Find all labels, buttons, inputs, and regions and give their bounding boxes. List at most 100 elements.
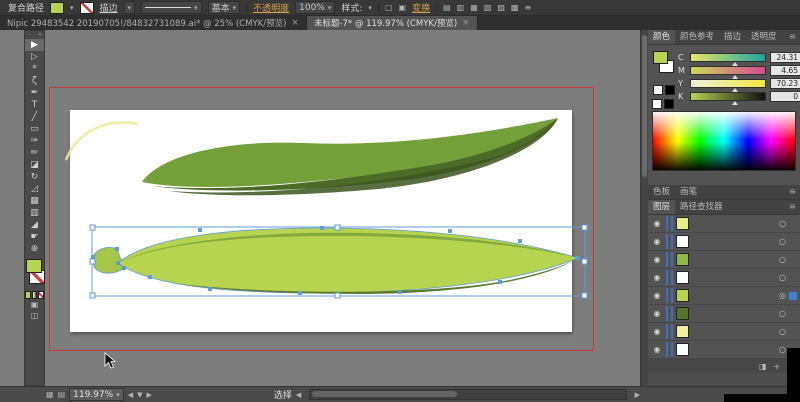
panel-menu-icon[interactable]: ≡ xyxy=(789,202,800,212)
handle-mid-right[interactable] xyxy=(582,259,587,264)
zoom-tool[interactable]: ⊕ xyxy=(25,243,44,255)
handle-bottom-left[interactable] xyxy=(90,293,95,298)
scroll-left-icon[interactable]: ◀ xyxy=(296,391,301,399)
magic-wand-tool[interactable]: * xyxy=(25,63,44,75)
align-top-icon[interactable]: ▧ xyxy=(484,3,492,12)
anchor-point[interactable] xyxy=(198,228,202,232)
anchor-point[interactable] xyxy=(122,266,126,270)
target-circle-icon[interactable]: ○ xyxy=(779,327,786,336)
tab-color[interactable]: 颜色 xyxy=(648,30,675,44)
vertical-scrollbar[interactable] xyxy=(640,30,648,386)
brush-definition-dropdown[interactable]: 基本▾ xyxy=(208,1,241,14)
layer-row[interactable]: ◉ ○ xyxy=(648,251,800,269)
line-tool[interactable]: ╱ xyxy=(25,111,44,123)
anchor-point[interactable] xyxy=(320,226,324,230)
align-middle-icon[interactable]: ▨ xyxy=(497,3,505,12)
style-caret-icon[interactable]: ▾ xyxy=(368,4,372,12)
target-circle-icon[interactable]: ◎ xyxy=(779,291,786,300)
toolbar-collapse-icon[interactable]: » xyxy=(25,31,44,39)
fill-caret-icon[interactable]: ▾ xyxy=(70,4,74,12)
new-layer-icon[interactable]: + xyxy=(774,362,781,371)
tab-brushes[interactable]: 画笔 xyxy=(675,185,702,199)
visibility-eye-icon[interactable]: ◉ xyxy=(651,345,663,354)
stroke-link[interactable]: 描边 xyxy=(100,1,118,14)
stroke-swatch[interactable] xyxy=(80,2,94,14)
align-right-icon[interactable]: ▦ xyxy=(470,3,478,12)
tab-color-guide[interactable]: 颜色参考 xyxy=(675,30,719,44)
hand-tool[interactable]: ☛ xyxy=(25,231,44,243)
layer-thumbnail[interactable] xyxy=(676,253,689,266)
handle-bottom-right[interactable] xyxy=(582,293,587,298)
layer-thumbnail[interactable] xyxy=(676,217,689,230)
black-slider[interactable] xyxy=(690,92,766,101)
layer-row[interactable]: ◉ ○ xyxy=(648,323,800,341)
visibility-eye-icon[interactable]: ◉ xyxy=(651,273,663,282)
control-panel-menu-icon[interactable]: ≡ xyxy=(524,3,531,12)
layer-thumbnail[interactable] xyxy=(676,325,689,338)
handle-top-center[interactable] xyxy=(335,225,340,230)
align-left-icon[interactable]: ▤ xyxy=(443,3,451,12)
opacity-link[interactable]: 不透明度 xyxy=(253,1,289,14)
visibility-eye-icon[interactable]: ◉ xyxy=(651,237,663,246)
layer-row[interactable]: ◉ ○ xyxy=(648,341,800,359)
layer-row[interactable]: ◉ ○ xyxy=(648,233,800,251)
tab-layers[interactable]: 图层 xyxy=(648,200,675,214)
gradient-button[interactable] xyxy=(32,291,38,299)
pencil-tool[interactable]: ✏ xyxy=(25,147,44,159)
layer-thumbnail[interactable] xyxy=(676,271,689,284)
scroll-right-icon[interactable]: ▶ xyxy=(635,391,640,399)
eraser-tool[interactable]: ◪ xyxy=(25,159,44,171)
selected-art-indicator[interactable] xyxy=(789,220,797,228)
artboard-nav-icon[interactable]: ▦ xyxy=(46,390,54,399)
none-button[interactable] xyxy=(38,291,44,299)
doc-setup-icon[interactable]: ▢ xyxy=(385,3,393,12)
eyedropper-tool[interactable]: ◢ xyxy=(25,219,44,231)
horizontal-scrollbar-thumb[interactable] xyxy=(312,391,457,397)
cyan-value-field[interactable]: 24.31 xyxy=(770,52,800,63)
handle-top-left[interactable] xyxy=(90,225,95,230)
anchor-point[interactable] xyxy=(518,239,522,243)
lasso-tool[interactable]: ζ xyxy=(25,75,44,87)
magenta-slider[interactable] xyxy=(690,66,766,75)
layer-row[interactable]: ◉ ◎ xyxy=(648,287,800,305)
selected-art-indicator[interactable] xyxy=(789,292,797,300)
target-circle-icon[interactable]: ○ xyxy=(779,219,786,228)
anchor-point[interactable] xyxy=(115,247,119,251)
tab-swatches[interactable]: 色板 xyxy=(648,185,675,199)
pen-tool[interactable]: ✒ xyxy=(25,87,44,99)
preferences-icon[interactable]: ▣ xyxy=(399,3,407,12)
zoom-level-field[interactable]: 119.97% ▾ xyxy=(69,388,124,401)
horizontal-scrollbar[interactable] xyxy=(309,389,626,400)
tab-pathfinder[interactable]: 路径查找器 xyxy=(675,200,728,214)
anchor-point[interactable] xyxy=(448,229,452,233)
anchor-point[interactable] xyxy=(148,275,152,279)
anchor-point[interactable] xyxy=(116,261,120,265)
anchor-point[interactable] xyxy=(298,291,302,295)
tab-stroke[interactable]: 描边 xyxy=(719,30,746,44)
okra-shape-upper[interactable] xyxy=(142,118,558,195)
target-circle-icon[interactable]: ○ xyxy=(779,237,786,246)
next-artboard-icon[interactable]: ▶ xyxy=(146,391,151,399)
pepper-shape-selected[interactable] xyxy=(93,228,578,294)
rectangle-tool[interactable]: ▭ xyxy=(25,123,44,135)
close-icon[interactable]: × xyxy=(462,18,470,28)
layer-row[interactable]: ◉ ○ xyxy=(648,269,800,287)
handle-top-right[interactable] xyxy=(582,225,587,230)
draw-mode-icon[interactable]: ▣ xyxy=(25,299,44,310)
color-button[interactable] xyxy=(25,291,31,299)
layer-thumbnail[interactable] xyxy=(676,289,689,302)
color-spectrum[interactable] xyxy=(652,111,796,171)
selected-art-indicator[interactable] xyxy=(789,310,797,318)
artboard-menu-icon[interactable]: ▼ xyxy=(137,391,142,399)
width-profile-dropdown[interactable]: ▾ xyxy=(141,1,202,14)
target-circle-icon[interactable]: ○ xyxy=(779,345,786,354)
tab-transparency[interactable]: 透明度 xyxy=(746,30,782,44)
opacity-dropdown[interactable]: 100%▾ xyxy=(295,1,335,14)
layer-thumbnail[interactable] xyxy=(676,307,689,320)
direct-selection-tool[interactable]: ▷ xyxy=(25,51,44,63)
gradient-tool[interactable]: ▥ xyxy=(25,207,44,219)
anchor-point[interactable] xyxy=(498,280,502,284)
paintbrush-tool[interactable]: ✑ xyxy=(25,135,44,147)
align-bottom-icon[interactable]: ▩ xyxy=(511,3,519,12)
make-mask-icon[interactable]: ◨ xyxy=(759,362,767,371)
